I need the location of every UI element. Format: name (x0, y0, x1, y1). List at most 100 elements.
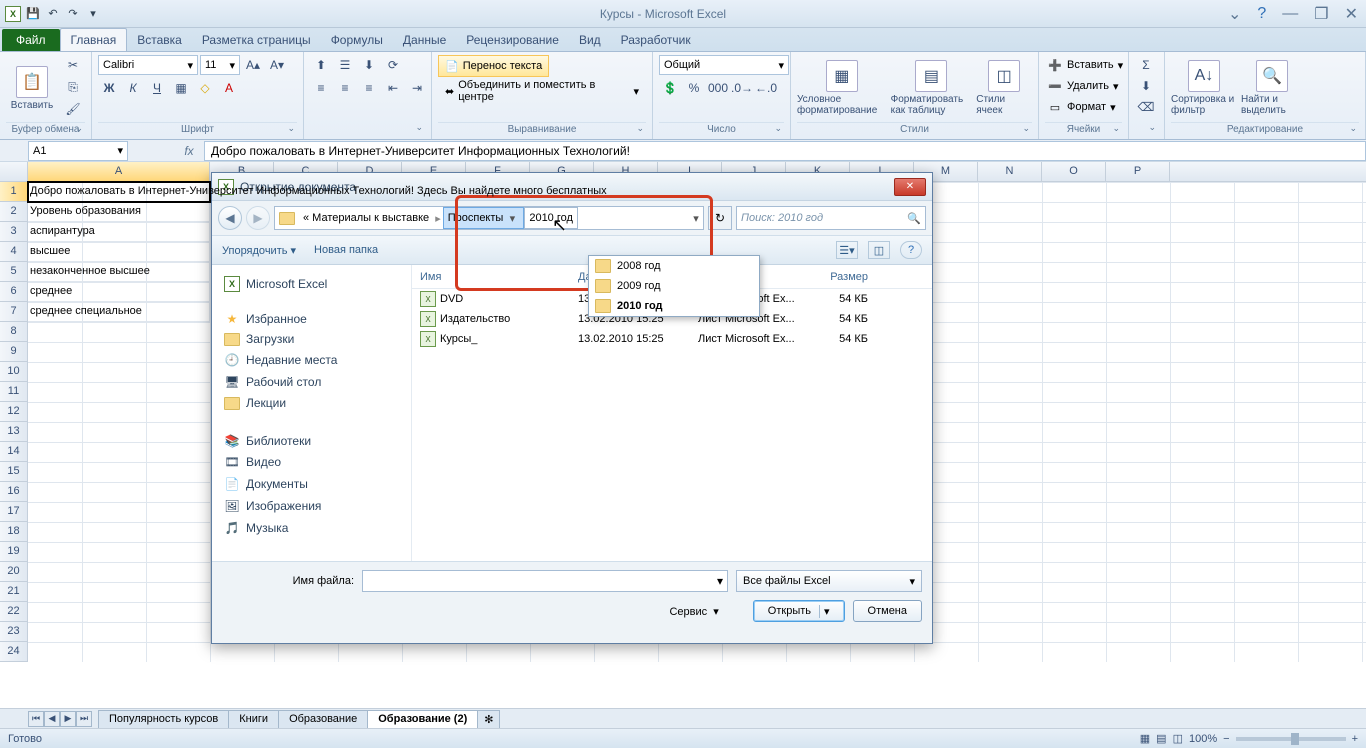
tab-insert[interactable]: Вставка (127, 29, 192, 51)
sidebar-images[interactable]: 🖼Изображения (218, 495, 405, 517)
sidebar-lectures[interactable]: Лекции (218, 393, 405, 413)
open-button[interactable]: Открыть▾ (753, 600, 845, 622)
align-bottom-icon[interactable]: ⬇ (358, 55, 380, 75)
align-left-icon[interactable]: ≡ (310, 78, 332, 98)
tab-developer[interactable]: Разработчик (611, 29, 701, 51)
sidebar-video[interactable]: 🎞Видео (218, 451, 405, 473)
cell-styles-button[interactable]: ◫Стили ячеек (976, 55, 1032, 121)
refresh-button[interactable]: ↻ (708, 206, 732, 230)
sidebar-libraries[interactable]: 📚Библиотеки (218, 427, 405, 451)
dropdown-option[interactable]: 2008 год (589, 256, 759, 276)
number-format-select[interactable]: Общий▾ (659, 55, 789, 75)
row-header-6[interactable]: 6 (0, 282, 28, 302)
view-layout-icon[interactable]: ▤ (1156, 732, 1166, 745)
cut-icon[interactable]: ✂ (62, 55, 84, 75)
sidebar-desktop[interactable]: 🖥Рабочий стол (218, 371, 405, 393)
fill-icon[interactable]: ⬇ (1135, 76, 1157, 96)
zoom-in-icon[interactable]: + (1352, 733, 1358, 745)
sidebar-recent[interactable]: 🕘Недавние места (218, 349, 405, 371)
tools-button[interactable]: Сервис ▾ (669, 605, 718, 618)
sidebar-music[interactable]: 🎵Музыка (218, 517, 405, 539)
sort-filter-button[interactable]: A↓Сортировка и фильтр (1171, 55, 1237, 121)
row-header-18[interactable]: 18 (0, 522, 28, 542)
help-icon[interactable]: ? (1253, 5, 1270, 23)
minimize-icon[interactable]: — (1278, 5, 1302, 23)
file-row[interactable]: XКурсы_13.02.2010 15:25Лист Microsoft Ex… (412, 329, 932, 349)
row-header-19[interactable]: 19 (0, 542, 28, 562)
tab-formulas[interactable]: Формулы (321, 29, 393, 51)
fx-icon[interactable]: fx (178, 144, 200, 158)
close-icon[interactable]: ✕ (1341, 4, 1362, 24)
row-header-3[interactable]: 3 (0, 222, 28, 242)
paste-button[interactable]: 📋Вставить (6, 55, 58, 121)
col-header-A[interactable]: A (28, 162, 210, 181)
new-folder-button[interactable]: Новая папка (314, 244, 378, 256)
grow-font-icon[interactable]: A▴ (242, 55, 264, 75)
delete-cells-button[interactable]: ➖Удалить▾ (1045, 76, 1121, 96)
cancel-button[interactable]: Отмена (853, 600, 922, 622)
border-icon[interactable]: ▦ (170, 78, 192, 98)
font-color-icon[interactable]: A (218, 78, 240, 98)
sheet-tab[interactable]: Популярность курсов (98, 710, 229, 728)
dialog-close-button[interactable]: ✕ (894, 178, 926, 196)
row-header-8[interactable]: 8 (0, 322, 28, 342)
underline-icon[interactable]: Ч (146, 78, 168, 98)
restore-icon[interactable]: ❐ (1310, 4, 1332, 24)
format-cells-button[interactable]: ▭Формат▾ (1045, 97, 1118, 117)
file-tab[interactable]: Файл (2, 29, 60, 51)
preview-pane-button[interactable]: ◫ (868, 241, 890, 259)
tab-data[interactable]: Данные (393, 29, 456, 51)
tab-review[interactable]: Рецензирование (456, 29, 569, 51)
row-header-17[interactable]: 17 (0, 502, 28, 522)
row-header-20[interactable]: 20 (0, 562, 28, 582)
row-header-1[interactable]: 1 (0, 182, 28, 202)
nav-back-button[interactable]: ◀ (218, 206, 242, 230)
row-header-14[interactable]: 14 (0, 442, 28, 462)
row-header-21[interactable]: 21 (0, 582, 28, 602)
file-filter-select[interactable]: Все файлы Excel▾ (736, 570, 922, 592)
col-header-O[interactable]: O (1042, 162, 1106, 181)
cell-A2[interactable]: Уровень образования (28, 202, 210, 222)
view-normal-icon[interactable]: ▦ (1140, 732, 1150, 745)
cond-format-button[interactable]: ▦Условное форматирование (797, 55, 887, 121)
breadcrumb-dropdown[interactable]: 2008 год2009 год2010 год (588, 255, 760, 317)
minimize-ribbon-icon[interactable]: ⌄ (1224, 4, 1245, 24)
sheet-tab[interactable]: Образование (278, 710, 368, 728)
row-header-7[interactable]: 7 (0, 302, 28, 322)
shrink-font-icon[interactable]: A▾ (266, 55, 288, 75)
indent-inc-icon[interactable]: ⇥ (406, 78, 428, 98)
select-all-corner[interactable] (0, 162, 28, 181)
save-icon[interactable]: 💾 (24, 5, 42, 23)
autosum-icon[interactable]: Σ (1135, 55, 1157, 75)
row-header-16[interactable]: 16 (0, 482, 28, 502)
align-middle-icon[interactable]: ☰ (334, 55, 356, 75)
font-name-select[interactable]: Calibri▾ (98, 55, 198, 75)
filename-input[interactable]: ▾ (362, 570, 728, 592)
row-header-23[interactable]: 23 (0, 622, 28, 642)
row-header-15[interactable]: 15 (0, 462, 28, 482)
italic-icon[interactable]: К (122, 78, 144, 98)
new-sheet-button[interactable]: ✻ (477, 710, 500, 728)
organize-button[interactable]: Упорядочить ▾ (222, 244, 296, 257)
cell-A3[interactable]: аспирантура (28, 222, 210, 242)
bold-icon[interactable]: Ж (98, 78, 120, 98)
dropdown-option[interactable]: 2010 год (589, 296, 759, 316)
sidebar-msexcel[interactable]: XMicrosoft Excel (218, 273, 405, 295)
row-header-9[interactable]: 9 (0, 342, 28, 362)
percent-icon[interactable]: % (683, 78, 705, 98)
sidebar-favorites[interactable]: ★Избранное (218, 305, 405, 329)
dropdown-option[interactable]: 2009 год (589, 276, 759, 296)
tab-home[interactable]: Главная (60, 28, 128, 51)
breadcrumb[interactable]: « Материалы к выставке ▸ Проспекты▾ 2010… (274, 206, 704, 230)
tab-layout[interactable]: Разметка страницы (192, 29, 321, 51)
font-size-select[interactable]: 11▾ (200, 55, 240, 75)
cell-A4[interactable]: высшее (28, 242, 210, 262)
cell-A1[interactable]: Добро пожаловать в Интернет-Университет … (28, 182, 210, 202)
cell-A7[interactable]: среднее специальное (28, 302, 210, 322)
cell-A5[interactable]: незаконченное высшее (28, 262, 210, 282)
clear-icon[interactable]: ⌫ (1135, 97, 1157, 117)
align-center-icon[interactable]: ≡ (334, 78, 356, 98)
redo-icon[interactable]: ↷ (64, 5, 82, 23)
row-header-11[interactable]: 11 (0, 382, 28, 402)
fill-color-icon[interactable]: ◇ (194, 78, 216, 98)
